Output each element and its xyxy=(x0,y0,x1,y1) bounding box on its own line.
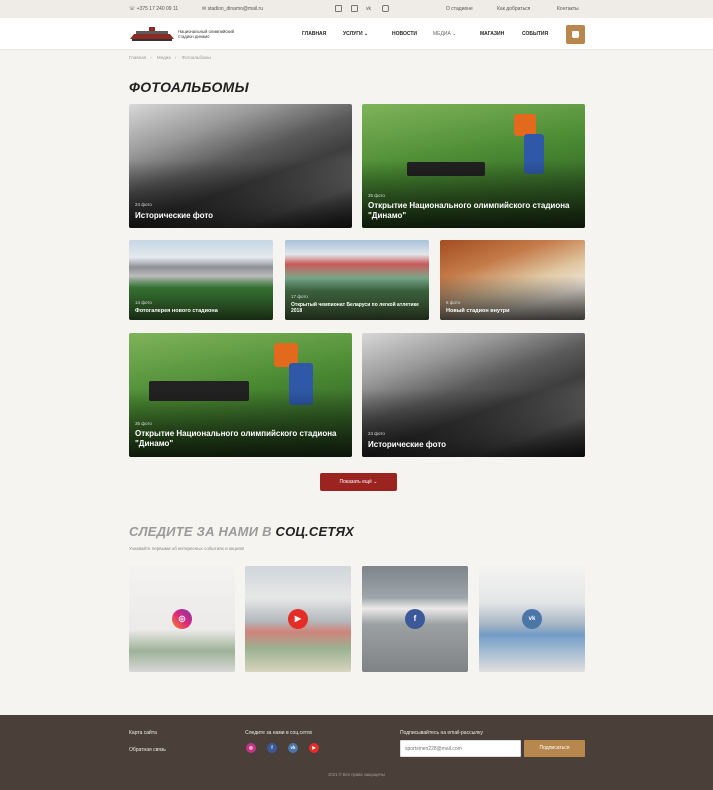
cart-button[interactable] xyxy=(566,25,585,44)
link-about[interactable]: О стадионе xyxy=(446,6,473,12)
youtube-icon[interactable] xyxy=(382,5,389,12)
album-title: Фотогалерея нового стадиона xyxy=(135,308,218,314)
breadcrumb-current: Фотоальбомы xyxy=(181,55,211,60)
chevron-down-icon: ⌄ xyxy=(452,31,457,37)
chevron-right-icon: › xyxy=(174,55,177,60)
album-card[interactable]: 24 фото Исторические фото xyxy=(362,333,585,457)
album-count: 17 фото xyxy=(291,294,308,299)
album-card[interactable]: 14 фото Фотогалерея нового стадиона xyxy=(129,240,273,320)
logo-text: Национальный олимпийский стадион динамо xyxy=(178,29,234,39)
nav-shop[interactable]: Магазин xyxy=(480,31,504,37)
instagram-icon[interactable]: ◎ xyxy=(246,743,256,753)
nav-news[interactable]: Новости xyxy=(392,31,417,37)
link-directions[interactable]: Как добраться xyxy=(497,6,530,12)
instagram-icon: ◎ xyxy=(172,609,192,629)
album-title: Открытие Национального олимпийского стад… xyxy=(368,201,570,220)
vk-icon[interactable]: vk xyxy=(366,6,371,12)
breadcrumb-media[interactable]: Медиа xyxy=(157,55,171,60)
main-header: Национальный олимпийский стадион динамо … xyxy=(0,18,713,50)
footer-feedback-link[interactable]: Обратная связь xyxy=(129,747,166,753)
facebook-icon[interactable]: f xyxy=(267,743,277,753)
show-more-label: Показать ещё xyxy=(339,479,372,485)
social-title-light: СЛЕДИТЕ ЗА НАМИ В xyxy=(129,524,272,539)
email-address: stadion_dinamo@mail.ru xyxy=(207,6,263,12)
social-subtitle: Узнавайте первыми об интересных событиях… xyxy=(129,546,245,551)
album-card[interactable]: 17 фото Открытый чемпионат Беларуси по л… xyxy=(285,240,429,320)
social-title-bold: СОЦ.СЕТЯХ xyxy=(275,524,355,539)
chevron-down-icon: ⌄ xyxy=(364,31,369,37)
site-footer xyxy=(0,715,713,790)
album-title: Открытие Национального олимпийского стад… xyxy=(135,429,337,448)
stadium-logo[interactable] xyxy=(129,25,175,43)
footer-subscribe-label: Подписывайтесь на email-рассылку xyxy=(400,730,483,736)
nav-media[interactable]: Медиа ⌄ xyxy=(433,31,456,37)
album-card[interactable]: 6 фото Новый стадион внутри xyxy=(440,240,585,320)
vk-icon: vk xyxy=(522,609,542,629)
footer-follow-label: Следите за нами в соц.сетях xyxy=(245,730,313,736)
album-title: Исторические фото xyxy=(135,211,214,220)
album-count: 35 фото xyxy=(368,193,385,198)
vk-card[interactable]: vk xyxy=(479,566,585,672)
chevron-right-icon: › xyxy=(150,55,152,60)
breadcrumb-home[interactable]: Главная xyxy=(129,55,146,60)
album-count: 14 фото xyxy=(135,300,152,305)
breadcrumb: Главная › Медиа › Фотоальбомы xyxy=(129,55,215,60)
album-title: Новый стадион внутри xyxy=(446,308,510,314)
phone-number: +375 17 240 09 11 xyxy=(136,6,179,12)
album-count: 24 фото xyxy=(135,202,152,207)
album-count: 24 фото xyxy=(368,431,385,436)
chevron-down-icon: ⌄ xyxy=(373,479,378,485)
phone-link[interactable]: ☏ +375 17 240 09 11 xyxy=(129,6,178,12)
youtube-card[interactable]: ▶ xyxy=(245,566,351,672)
copyright: 2021 © Все права защищены xyxy=(328,772,385,777)
page-title: ФОТОАЛЬБОМЫ xyxy=(129,79,249,95)
vk-icon[interactable]: vk xyxy=(288,743,298,753)
nav-events[interactable]: События xyxy=(522,31,548,37)
subscribe-button[interactable]: Подписаться xyxy=(524,740,585,757)
nav-media-label: Медиа xyxy=(433,31,451,37)
facebook-card[interactable]: f xyxy=(362,566,468,672)
show-more-button[interactable]: Показать ещё ⌄ xyxy=(320,473,397,491)
album-count: 35 фото xyxy=(135,421,152,426)
album-card[interactable]: 35 фото Открытие Национального олимпийск… xyxy=(362,104,585,228)
album-count: 6 фото xyxy=(446,300,461,305)
email-field[interactable] xyxy=(400,740,521,757)
email-link[interactable]: ✉ stadion_dinamo@mail.ru xyxy=(202,6,263,12)
nav-services-label: Услуги xyxy=(343,31,363,37)
facebook-icon[interactable] xyxy=(351,5,358,12)
facebook-icon: f xyxy=(405,609,425,629)
nav-services[interactable]: Услуги ⌄ xyxy=(343,31,368,37)
link-contacts[interactable]: Контакты xyxy=(557,6,579,12)
nav-home[interactable]: Главная xyxy=(302,31,326,37)
youtube-icon: ▶ xyxy=(288,609,308,629)
shopping-bag-icon xyxy=(572,31,579,38)
album-title: Открытый чемпионат Беларуси по легкой ат… xyxy=(291,302,419,314)
instagram-card[interactable]: ◎ xyxy=(129,566,235,672)
instagram-icon[interactable] xyxy=(335,5,342,12)
footer-sitemap-link[interactable]: Карта сайта xyxy=(129,730,157,736)
album-card[interactable]: 24 фото Исторические фото xyxy=(129,104,352,228)
youtube-icon[interactable]: ▶ xyxy=(309,743,319,753)
album-title: Исторические фото xyxy=(368,440,447,449)
top-bar: ☏ +375 17 240 09 11 ✉ stadion_dinamo@mai… xyxy=(0,0,713,18)
social-section-title: СЛЕДИТЕ ЗА НАМИ В СОЦ.СЕТЯХ xyxy=(129,524,354,539)
album-card[interactable]: 35 фото Открытие Национального олимпийск… xyxy=(129,333,352,457)
photo-subject xyxy=(514,114,536,136)
